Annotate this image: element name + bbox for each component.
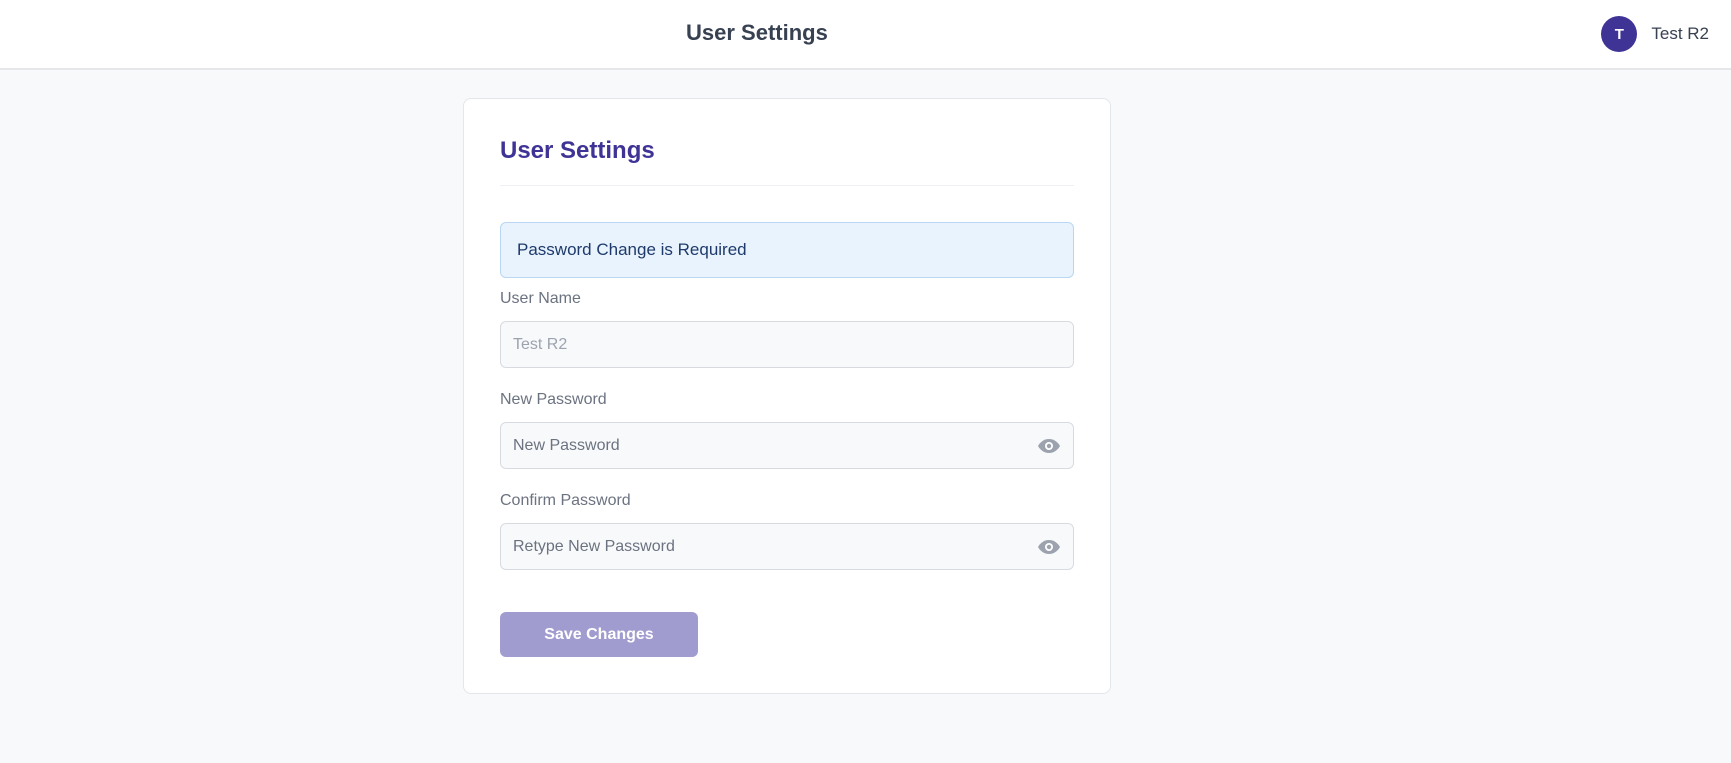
confirm-password-field[interactable] <box>501 524 1073 569</box>
top-bar: User Settings T Test R2 <box>0 0 1731 70</box>
user-name-label[interactable]: Test R2 <box>1651 24 1709 44</box>
user-menu[interactable]: T Test R2 <box>1601 16 1709 52</box>
avatar[interactable]: T <box>1601 16 1638 52</box>
new-password-label: New Password <box>500 391 607 408</box>
user-name-label: User Name <box>500 290 581 307</box>
new-password-field[interactable] <box>501 423 1073 468</box>
save-changes-button[interactable]: Save Changes <box>500 612 698 657</box>
new-password-field-wrapper <box>500 422 1074 469</box>
password-required-alert: Password Change is Required <box>500 222 1074 278</box>
confirm-password-label: Confirm Password <box>500 492 631 509</box>
eye-icon[interactable] <box>1037 536 1061 558</box>
confirm-password-field-wrapper <box>500 523 1074 570</box>
settings-card: User Settings Password Change is Require… <box>463 98 1111 694</box>
card-title: User Settings <box>500 137 655 164</box>
alert-text: Password Change is Required <box>517 240 747 259</box>
page-title: User Settings <box>686 20 828 45</box>
eye-icon[interactable] <box>1037 435 1061 457</box>
divider <box>500 185 1074 186</box>
user-name-field-wrapper <box>500 321 1074 368</box>
user-name-field[interactable] <box>501 322 1073 367</box>
